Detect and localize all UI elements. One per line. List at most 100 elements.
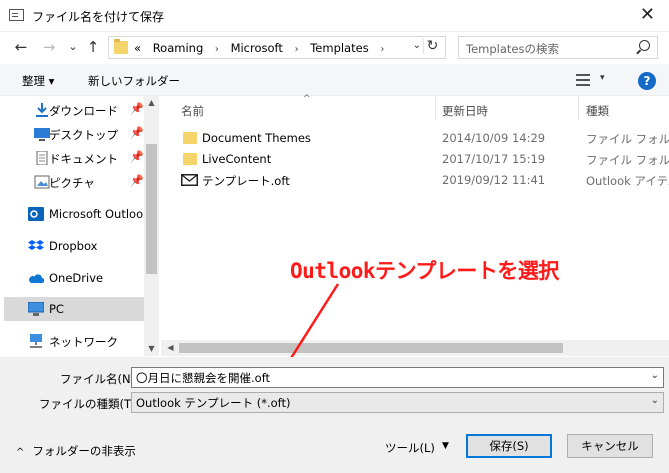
sidebar-item-label: ドキュメント	[49, 152, 118, 166]
save-form: ファイル名(N): 〇月日に懇親会を開催.oft ⌄ ファイルの種類(T): O…	[0, 357, 669, 473]
column-header-date[interactable]: 更新日時	[442, 96, 572, 122]
sidebar-item-label: ダウンロード	[49, 104, 118, 118]
breadcrumb-item[interactable]: Microsoft	[231, 41, 283, 55]
address-bar[interactable]: « Roaming › Microsoft › Templates › ⌄ ↻	[108, 36, 446, 59]
table-row[interactable]: Document Themes 2014/10/09 14:29 ファイル フォ…	[161, 128, 669, 149]
file-type: ファイル フォルダー	[586, 153, 669, 167]
download-icon	[36, 103, 48, 117]
file-name: テンプレート.oft	[202, 174, 290, 188]
view-dropdown[interactable]: ▾	[600, 73, 605, 83]
table-row[interactable]: LiveContent 2017/10/17 15:19 ファイル フォルダー	[161, 149, 669, 170]
sidebar-item-outlook[interactable]: Microsoft Outlook	[4, 202, 150, 226]
tools-dropdown-icon[interactable]: ▼	[442, 441, 449, 451]
sidebar-item-label: ピクチャ	[49, 176, 95, 190]
chevron-right-icon[interactable]: ›	[215, 44, 219, 55]
sidebar-item-network[interactable]: ネットワーク	[4, 329, 144, 353]
chevron-right-icon[interactable]: ›	[380, 44, 384, 55]
search-icon	[639, 40, 650, 51]
network-icon	[30, 334, 42, 348]
sidebar-item-desktop[interactable]: デスクトップ 📌	[4, 122, 144, 146]
view-options-icon[interactable]	[576, 73, 596, 87]
up-button[interactable]: ↑	[84, 37, 102, 57]
folder-icon	[183, 153, 197, 165]
refresh-button[interactable]: ↻	[423, 38, 441, 54]
outlook-icon	[28, 207, 44, 221]
pc-icon	[28, 302, 44, 316]
close-button[interactable]: ✕	[640, 4, 655, 25]
sidebar-scrollbar[interactable]: ▲ ▼	[144, 96, 159, 356]
cancel-button[interactable]: キャンセル	[567, 434, 653, 458]
dropbox-icon	[28, 240, 44, 250]
scroll-left-icon[interactable]: ◀	[163, 343, 178, 352]
recent-locations-dropdown[interactable]: ⌄	[64, 37, 82, 57]
search-input[interactable]: Templatesの検索	[458, 36, 658, 59]
document-icon	[36, 151, 48, 165]
file-type: ファイル フォルダー	[586, 132, 669, 146]
forward-button[interactable]: →	[40, 37, 58, 57]
hide-folders-label: フォルダーの非表示	[32, 444, 136, 458]
hide-folders-toggle[interactable]: ^ フォルダーの非表示	[16, 443, 136, 459]
back-button[interactable]: ←	[12, 37, 30, 57]
sidebar-item-pc[interactable]: PC	[4, 297, 144, 321]
sidebar-item-label: PC	[49, 302, 64, 316]
sidebar-item-label: OneDrive	[49, 271, 104, 285]
column-header-name[interactable]: 名前	[181, 96, 431, 122]
breadcrumb: « Roaming › Microsoft › Templates ›	[134, 41, 392, 55]
onedrive-icon	[29, 274, 44, 283]
sidebar-item-dropbox[interactable]: Dropbox	[4, 234, 144, 258]
filename-field[interactable]: 〇月日に懇親会を開催.oft ⌄	[131, 367, 664, 388]
search-placeholder: Templatesの検索	[466, 42, 559, 56]
sidebar-item-pictures[interactable]: ピクチャ 📌	[4, 170, 144, 194]
folder-icon	[114, 39, 128, 54]
breadcrumb-item[interactable]: Roaming	[153, 41, 204, 55]
file-type: Outlook アイテム	[586, 174, 669, 188]
sidebar-item-documents[interactable]: ドキュメント 📌	[4, 146, 144, 170]
scrollbar-thumb[interactable]	[146, 144, 157, 274]
pin-icon[interactable]: 📌	[130, 126, 144, 139]
pin-icon[interactable]: 📌	[130, 150, 144, 163]
chevron-up-icon: ^	[16, 447, 25, 458]
sidebar-item-label: Microsoft Outlook	[49, 207, 150, 221]
breadcrumb-overflow[interactable]: «	[134, 41, 141, 55]
file-date: 2014/10/09 14:29	[442, 131, 546, 145]
file-date: 2019/09/12 11:41	[442, 173, 546, 187]
scrollbar-thumb[interactable]	[179, 343, 563, 353]
navigation-pane: ダウンロード 📌 デスクトップ 📌 ドキュメント 📌 ピクチャ 📌 Micros…	[0, 96, 160, 356]
command-bar: 整理 ▾ 新しいフォルダー ▾ ?	[0, 64, 669, 96]
scroll-up-icon[interactable]: ▲	[144, 98, 159, 107]
sidebar-item-onedrive[interactable]: OneDrive	[4, 266, 144, 290]
desktop-icon	[34, 128, 50, 141]
address-dropdown[interactable]: ⌄	[413, 40, 421, 51]
column-divider[interactable]	[435, 96, 436, 120]
file-name: LiveContent	[202, 152, 272, 166]
title-bar: ファイル名を付けて保存 ✕	[0, 0, 669, 32]
filename-value: 〇月日に懇親会を開催.oft	[136, 371, 271, 385]
file-date: 2017/10/17 15:19	[442, 152, 546, 166]
sidebar-item-downloads[interactable]: ダウンロード 📌	[4, 98, 144, 122]
save-button[interactable]: 保存(S)	[466, 434, 552, 458]
filetype-label: ファイルの種類(T):	[39, 397, 140, 411]
address-row: ← → ⌄ ↑ « Roaming › Microsoft › Template…	[0, 32, 669, 64]
organize-button[interactable]: 整理 ▾	[22, 73, 54, 89]
sidebar-item-label: Dropbox	[49, 239, 98, 253]
annotation-text: Outlookテンプレートを選択	[290, 259, 559, 283]
chevron-right-icon[interactable]: ›	[295, 44, 299, 55]
table-row[interactable]: テンプレート.oft 2019/09/12 11:41 Outlook アイテム	[161, 170, 669, 191]
new-folder-button[interactable]: 新しいフォルダー	[88, 73, 180, 89]
window-title: ファイル名を付けて保存	[32, 10, 165, 24]
filetype-select[interactable]: Outlook テンプレート (*.oft) ⌄	[131, 392, 664, 413]
breadcrumb-item[interactable]: Templates	[310, 41, 368, 55]
mail-template-icon	[181, 174, 198, 186]
sidebar-item-label: ネットワーク	[49, 335, 118, 349]
pin-icon[interactable]: 📌	[130, 102, 144, 115]
file-name: Document Themes	[202, 131, 311, 145]
help-icon[interactable]: ?	[638, 72, 656, 90]
column-header-type[interactable]: 種類	[586, 96, 666, 122]
horizontal-scrollbar[interactable]: ◀	[161, 340, 669, 356]
scroll-down-icon[interactable]: ▼	[144, 344, 159, 353]
column-divider[interactable]	[578, 96, 579, 120]
tools-button[interactable]: ツール(L)	[385, 440, 435, 456]
pin-icon[interactable]: 📌	[130, 174, 144, 187]
chevron-down-icon[interactable]: ⌄	[651, 395, 659, 406]
chevron-down-icon[interactable]: ⌄	[651, 370, 659, 381]
